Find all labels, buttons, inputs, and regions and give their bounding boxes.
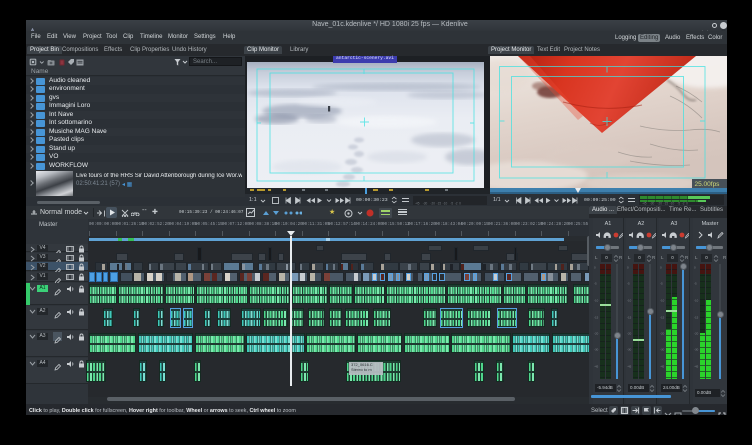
svg-text:25.00fps: 25.00fps bbox=[695, 181, 721, 188]
